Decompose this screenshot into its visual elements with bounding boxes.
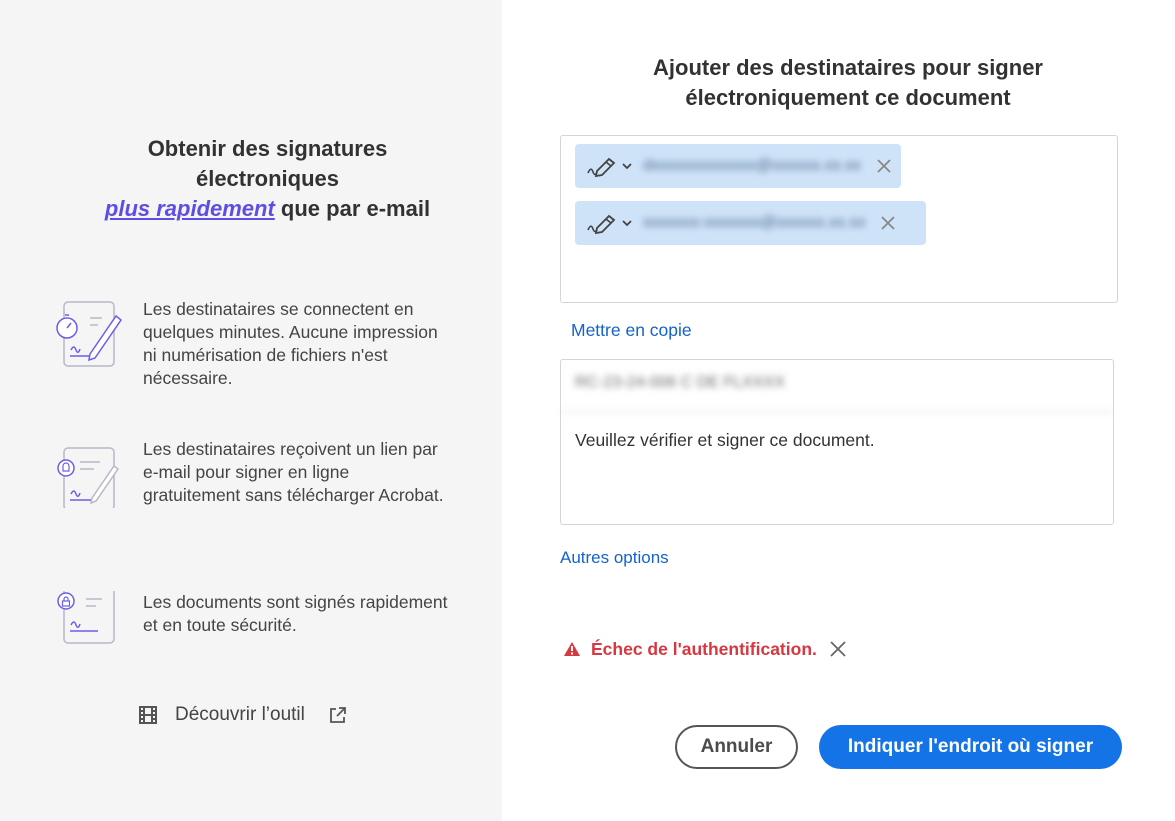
promo-title-rest: que par e-mail xyxy=(274,196,431,221)
send-panel: Ajouter des destinataires pour signer él… xyxy=(502,0,1175,821)
add-cc-link[interactable]: Mettre en copie xyxy=(571,320,692,341)
feature-text: Les documents sont signés rapidement et … xyxy=(143,592,448,635)
promo-title-line2: électroniques xyxy=(195,166,340,191)
feature-text: Les destinataires reçoivent un lien par … xyxy=(143,439,444,505)
subject-input[interactable]: RC-23-24-006 C DE FLXXXX xyxy=(561,360,1113,412)
recipient-email: dxxxxxxxxxxxxx@xxxxxx.xx.xx xyxy=(643,157,862,174)
recipients-field[interactable]: dxxxxxxxxxxxxx@xxxxxx.xx.xx xxxxxxx-xxxx… xyxy=(560,135,1118,303)
specify-signing-location-button[interactable]: Indiquer l'endroit où signer xyxy=(819,725,1122,769)
remove-recipient-icon[interactable] xyxy=(879,214,897,232)
promo-title-highlight: plus rapidement xyxy=(104,196,275,221)
recipient-email: xxxxxxx-xxxxxxx@xxxxxx.xx.xx xyxy=(643,214,866,231)
recipient-chip[interactable]: dxxxxxxxxxxxxx@xxxxxx.xx.xx xyxy=(575,144,901,188)
chevron-down-icon[interactable] xyxy=(621,218,633,228)
signer-pen-icon[interactable] xyxy=(585,210,619,236)
promo-title-line1: Obtenir des signatures xyxy=(147,136,388,161)
signer-pen-icon[interactable] xyxy=(585,153,619,179)
external-link-icon xyxy=(329,707,346,723)
feature-text: Les destinataires se connectent en quelq… xyxy=(143,299,438,388)
lock-document-icon xyxy=(57,591,115,644)
chevron-down-icon[interactable] xyxy=(621,161,633,171)
remove-recipient-icon[interactable] xyxy=(875,157,893,175)
promo-title: Obtenir des signatures électroniques plu… xyxy=(40,134,495,224)
close-icon[interactable] xyxy=(829,640,847,658)
discover-tool-label: Découvrir l’outil xyxy=(175,704,305,725)
stopwatch-document-pen-icon xyxy=(56,301,123,367)
message-box: RC-23-24-006 C DE FLXXXX Veuillez vérifi… xyxy=(560,359,1114,525)
more-options-link[interactable]: Autres options xyxy=(560,548,669,568)
discover-tool-link[interactable]: Découvrir l’outil xyxy=(138,702,347,728)
panel-title: Ajouter des destinataires pour signer él… xyxy=(653,55,1043,110)
message-textarea[interactable]: Veuillez vérifier et signer ce document. xyxy=(561,412,1113,469)
notification-document-pen-icon xyxy=(57,447,120,508)
error-text: Échec de l'authentification. xyxy=(591,638,817,659)
warning-icon xyxy=(564,642,580,656)
film-icon xyxy=(139,706,157,724)
cancel-button[interactable]: Annuler xyxy=(675,725,798,769)
recipient-chip[interactable]: xxxxxxx-xxxxxxx@xxxxxx.xx.xx xyxy=(575,201,926,245)
error-message: Échec de l'authentification. xyxy=(563,636,847,662)
promo-panel: Obtenir des signatures électroniques plu… xyxy=(0,0,502,821)
